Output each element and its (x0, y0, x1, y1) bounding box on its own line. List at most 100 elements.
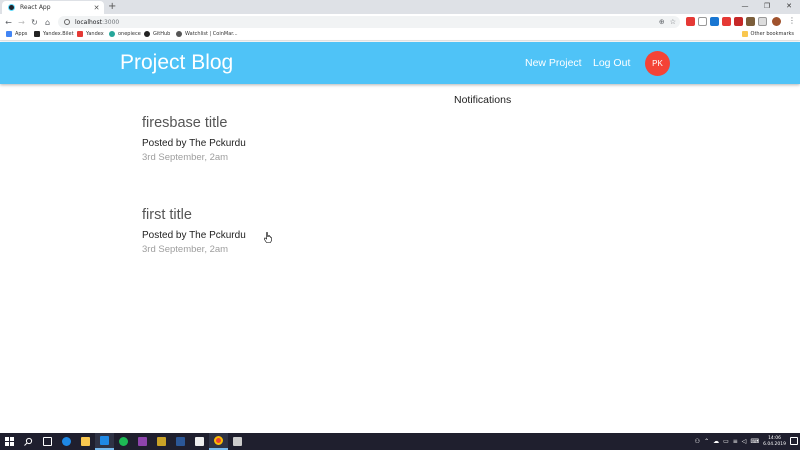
github-icon (144, 31, 150, 37)
notifications-title: Notifications (454, 94, 512, 106)
bookmark-label: Apps (15, 31, 28, 37)
log-out-link[interactable]: Log Out (593, 57, 630, 69)
extension-icon-brown[interactable] (746, 17, 755, 26)
bookmark-github[interactable]: GitHub (144, 31, 170, 37)
browser-toolbar: ← → ↻ ⌂ localhost :3000 ⊕ ☆ ⋮ (0, 14, 800, 30)
tray-expand-icon[interactable]: ⌃ (704, 438, 709, 445)
close-tab-icon[interactable]: ✕ (92, 4, 101, 12)
coinmarket-icon (176, 31, 182, 37)
minimize-icon[interactable]: — (734, 0, 756, 14)
taskbar-word[interactable] (171, 433, 190, 450)
taskbar-app[interactable] (152, 433, 171, 450)
post-date: 3rd September, 2am (142, 244, 229, 255)
back-icon[interactable]: ← (2, 18, 15, 27)
bookmark-watchlist[interactable]: Watchlist | CoinMar... (176, 31, 238, 37)
bookmark-label: GitHub (153, 31, 171, 37)
seo-extension-icon[interactable] (710, 17, 719, 26)
browser-tab[interactable]: React App ✕ (2, 1, 104, 14)
bookmark-onepiece[interactable]: onepiece (109, 31, 141, 37)
forward-icon[interactable]: → (15, 18, 28, 27)
taskbar-other[interactable] (228, 433, 247, 450)
clock[interactable]: 14:06 6.04.2019 (763, 436, 786, 448)
adblock-extension-icon[interactable] (734, 17, 743, 26)
bookmark-label: Watchlist | CoinMar... (185, 31, 238, 37)
yandex-bilet-icon (34, 31, 40, 37)
react-icon (8, 4, 15, 11)
opera-extension-icon[interactable] (686, 17, 695, 26)
document-icon (195, 437, 204, 446)
pdf-extension-icon[interactable] (722, 17, 731, 26)
taskbar-excel[interactable] (190, 433, 209, 450)
home-icon[interactable]: ⌂ (41, 18, 54, 27)
brand-logo[interactable]: Project Blog (120, 51, 233, 75)
reload-icon[interactable]: ↻ (28, 18, 41, 27)
project-summary-card[interactable]: firesbase title Posted by The Pckurdu 3r… (142, 115, 246, 163)
other-bookmarks[interactable]: Other bookmarks (741, 31, 794, 37)
spotify-icon (119, 437, 128, 446)
project-summary-card[interactable]: first title Posted by The Pckurdu 3rd Se… (142, 207, 246, 255)
bookmark-label: Yandex (86, 31, 104, 37)
taskbar-spotify[interactable] (114, 433, 133, 450)
word-icon (176, 437, 185, 446)
extension-icon[interactable] (698, 17, 707, 26)
taskbar-explorer[interactable] (76, 433, 95, 450)
search-button[interactable] (19, 433, 38, 450)
post-title: firesbase title (142, 115, 228, 131)
chrome-icon (214, 436, 223, 445)
battery-icon[interactable]: ▭ (723, 438, 729, 445)
new-tab-button[interactable]: + (108, 1, 116, 13)
bookmarks-bar: Apps Yandex.Bilet Yandex onepiece GitHub… (0, 30, 800, 41)
url-host: localhost (75, 18, 102, 26)
app-navbar: Project Blog New Project Log Out PK (0, 42, 800, 84)
windows-taskbar: ⚇ ⌃ ☁ ▭ ≡ ◁ ⌨ 14:06 6.04.2019 (0, 433, 800, 450)
new-project-link[interactable]: New Project (525, 57, 582, 69)
start-button[interactable] (0, 433, 19, 450)
browser-profile-avatar[interactable] (772, 17, 781, 26)
site-info-icon[interactable] (64, 19, 70, 25)
other-bookmarks-label: Other bookmarks (750, 31, 794, 37)
bookmark-label: Yandex.Bilet (43, 31, 74, 37)
browser-tab-strip: React App ✕ + — ❐ ✕ (0, 0, 800, 14)
shield-extension-icon[interactable] (758, 17, 767, 26)
clock-date: 6.04.2019 (763, 441, 786, 447)
post-author: Posted by The Pckurdu (142, 230, 246, 241)
close-window-icon[interactable]: ✕ (778, 0, 800, 14)
bookmark-yandex-bilet[interactable]: Yandex.Bilet (34, 31, 74, 37)
task-view-button[interactable] (38, 433, 57, 450)
taskbar-vscode[interactable] (95, 433, 114, 450)
bookmark-apps[interactable]: Apps (6, 31, 27, 37)
tab-title: React App (20, 4, 51, 11)
extensions-area (686, 17, 767, 26)
keyboard-icon[interactable]: ⌨ (750, 438, 759, 445)
system-tray: ⚇ ⌃ ☁ ▭ ≡ ◁ ⌨ 14:06 6.04.2019 (695, 433, 786, 450)
vscode-icon (100, 436, 109, 445)
yandex-icon (77, 31, 83, 37)
zoom-icon[interactable]: ⊕ (659, 18, 665, 26)
volume-icon[interactable]: ◁ (742, 438, 747, 445)
post-author: Posted by The Pckurdu (142, 138, 246, 149)
visual-studio-icon (138, 437, 147, 446)
browser-menu-icon[interactable]: ⋮ (788, 16, 796, 25)
onepiece-icon (109, 31, 115, 37)
folder-icon (741, 31, 748, 37)
bookmark-yandex[interactable]: Yandex (77, 31, 104, 37)
edge-icon (62, 437, 71, 446)
cloud-icon[interactable]: ☁ (713, 438, 719, 445)
user-avatar[interactable]: PK (645, 51, 670, 76)
taskbar-visual-studio[interactable] (133, 433, 152, 450)
network-icon[interactable]: ≡ (733, 438, 738, 445)
file-explorer-icon (81, 437, 90, 446)
windows-logo-icon (5, 437, 14, 446)
taskbar-chrome[interactable] (209, 433, 228, 450)
app-icon (157, 437, 166, 446)
action-center-icon[interactable] (790, 437, 798, 445)
apps-grid-icon (6, 31, 12, 37)
bookmark-star-icon[interactable]: ☆ (670, 18, 676, 26)
task-view-icon (43, 437, 52, 446)
address-bar[interactable]: localhost :3000 ⊕ ☆ (58, 16, 680, 28)
taskbar-edge[interactable] (57, 433, 76, 450)
window-controls: — ❐ ✕ (734, 0, 800, 14)
bookmark-label: onepiece (118, 31, 141, 37)
restore-icon[interactable]: ❐ (756, 0, 778, 14)
people-icon[interactable]: ⚇ (695, 438, 700, 445)
